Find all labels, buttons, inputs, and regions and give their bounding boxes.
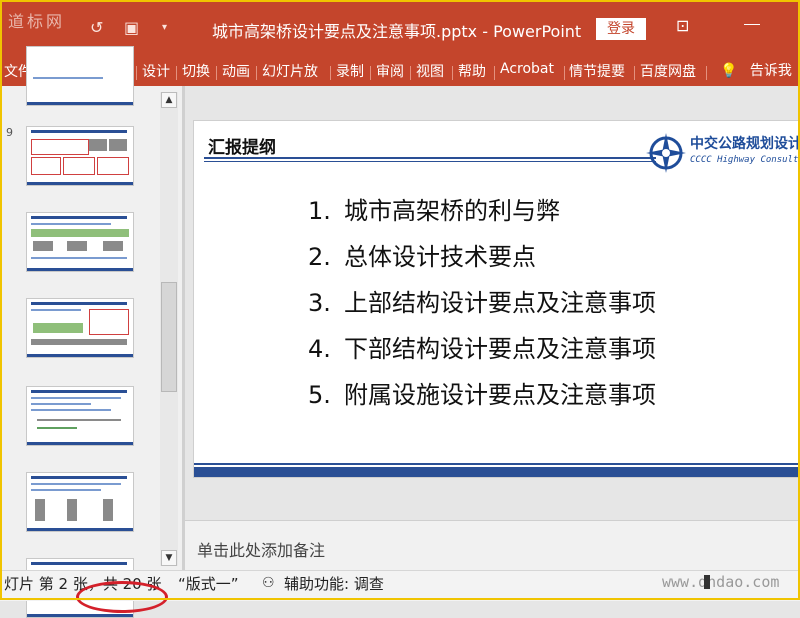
tab-help[interactable]: 帮助 <box>458 61 486 81</box>
tab-storyboard[interactable]: 情节提要 <box>569 61 625 81</box>
slide-thumbnail-pane: 9 ▲ ▼ <box>0 46 182 618</box>
outline-item: 1. 城市高架桥的利与弊 <box>308 191 656 237</box>
status-bar: 灯片 第 2 张，共 20 张 “版式一” ⚇ 辅助功能: 调查 www.dnd… <box>0 570 800 613</box>
window-title: 城市高架桥设计要点及注意事项.pptx - PowerPoint <box>212 22 582 41</box>
tab-separator <box>370 66 371 80</box>
highlight-circle <box>76 581 168 613</box>
ribbon-display-icon[interactable]: ⊡ <box>676 16 689 35</box>
accessibility-status[interactable]: 辅助功能: 调查 <box>284 573 384 594</box>
tell-me-label: 告诉我 <box>749 63 792 79</box>
outline-number: 4. <box>308 335 331 363</box>
tab-acrobat[interactable]: Acrobat <box>500 61 554 77</box>
outline-text: 下部结构设计要点及注意事项 <box>344 335 656 363</box>
notes-pane[interactable]: 单击此处添加备注 <box>185 520 800 571</box>
tab-transitions[interactable]: 切换 <box>182 61 210 81</box>
outline-number: 3. <box>308 289 331 317</box>
company-logo-icon <box>646 133 686 173</box>
company-name-en: CCCC Highway Consultants C <box>690 155 800 165</box>
scroll-up-icon[interactable]: ▲ <box>161 92 177 108</box>
title-rule <box>204 157 656 159</box>
outline-item: 4. 下部结构设计要点及注意事项 <box>308 329 656 375</box>
tab-separator <box>706 66 707 80</box>
tab-baidu-netdisk[interactable]: 百度网盘 <box>640 61 696 81</box>
present-icon[interactable]: ▣ <box>124 18 139 37</box>
tab-separator <box>256 66 257 80</box>
thumbnail-scrollbar[interactable]: ▲ ▼ <box>160 92 178 566</box>
scrollbar-thumb[interactable] <box>161 282 177 392</box>
tab-separator <box>136 66 137 80</box>
tab-separator <box>564 66 565 80</box>
site-watermark: www.dndao.com <box>662 573 780 591</box>
footer-rule <box>194 463 800 465</box>
tab-separator <box>634 66 635 80</box>
outline-number: 1. <box>308 197 331 225</box>
login-button[interactable]: 登录 <box>596 18 646 40</box>
slide-editor: 汇报提纲 中交公路规划设计院 CCCC Highway Consultants … <box>185 86 800 520</box>
notes-placeholder[interactable]: 单击此处添加备注 <box>197 537 325 561</box>
outline-text: 附属设施设计要点及注意事项 <box>344 381 656 409</box>
tell-me-search[interactable]: 💡 告诉我 <box>720 60 792 80</box>
outline-number: 5. <box>308 381 331 409</box>
slide-thumbnail[interactable] <box>26 386 134 446</box>
qa-more-icon[interactable]: ▾ <box>162 22 167 33</box>
tab-separator <box>494 66 495 80</box>
outline-number: 2. <box>308 243 331 271</box>
tab-separator <box>176 66 177 80</box>
tab-review[interactable]: 审阅 <box>376 61 404 81</box>
slide-thumbnail[interactable] <box>26 298 134 358</box>
accessibility-icon[interactable]: ⚇ <box>262 575 275 591</box>
layout-name-status: “版式一” <box>178 575 239 593</box>
outline-item: 2. 总体设计技术要点 <box>308 237 656 283</box>
outline-item: 5. 附属设施设计要点及注意事项 <box>308 375 656 421</box>
outline-list[interactable]: 1. 城市高架桥的利与弊 2. 总体设计技术要点 3. 上部结构设计要点及注意事项 4… <box>308 191 656 421</box>
lightbulb-icon: 💡 <box>720 63 738 79</box>
tab-record[interactable]: 录制 <box>336 61 364 81</box>
tab-view[interactable]: 视图 <box>416 61 444 81</box>
tab-slideshow[interactable]: 幻灯片放 <box>262 61 318 81</box>
slide-number: 9 <box>6 126 13 139</box>
tab-separator <box>330 66 331 80</box>
outline-text: 城市高架桥的利与弊 <box>344 197 560 225</box>
slide-thumbnail[interactable] <box>26 212 134 272</box>
outline-item: 3. 上部结构设计要点及注意事项 <box>308 283 656 329</box>
tab-separator <box>216 66 217 80</box>
company-name-cn: 中交公路规划设计院 <box>690 136 800 152</box>
tab-animations[interactable]: 动画 <box>222 61 250 81</box>
title-rule <box>204 161 656 162</box>
slide-thumbnail[interactable] <box>26 126 134 186</box>
scroll-down-icon[interactable]: ▼ <box>161 550 177 566</box>
notes-view-icon[interactable] <box>704 575 710 589</box>
current-slide[interactable]: 汇报提纲 中交公路规划设计院 CCCC Highway Consultants … <box>193 120 800 478</box>
outline-text: 上部结构设计要点及注意事项 <box>344 289 656 317</box>
outline-text: 总体设计技术要点 <box>344 243 536 271</box>
redo-icon[interactable]: ↺ <box>90 18 103 37</box>
tab-separator <box>410 66 411 80</box>
slide-title[interactable]: 汇报提纲 <box>208 133 276 158</box>
slide-thumbnail[interactable] <box>26 46 134 106</box>
watermark: 道标网 <box>8 12 66 31</box>
footer-band <box>194 467 800 477</box>
slide-thumbnail[interactable] <box>26 472 134 532</box>
tab-separator <box>452 66 453 80</box>
tab-design[interactable]: 设计 <box>142 61 170 81</box>
minimize-button[interactable] <box>742 12 762 32</box>
